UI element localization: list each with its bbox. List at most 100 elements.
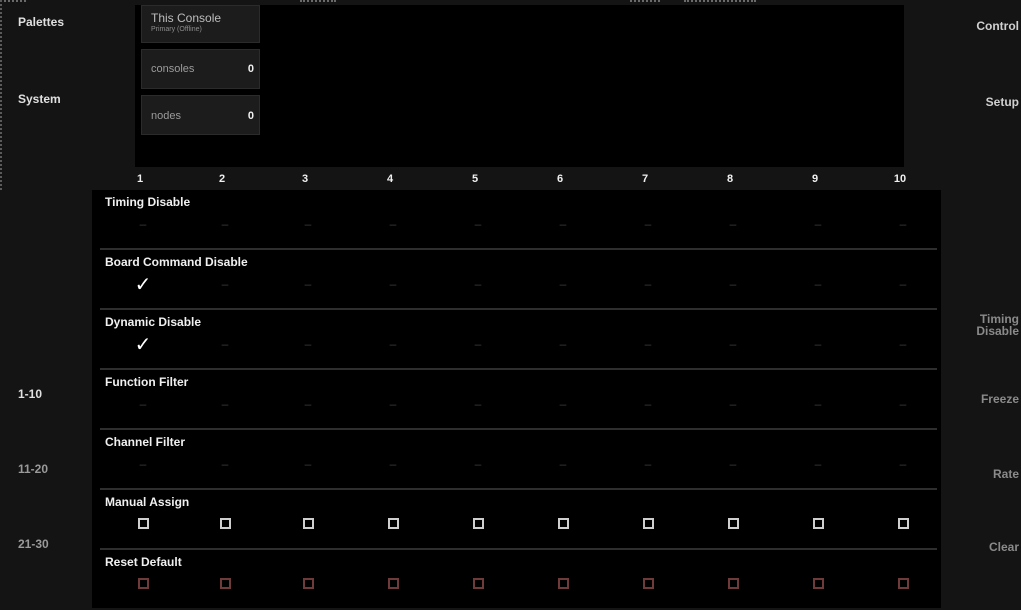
assign-checkbox[interactable] — [387, 518, 399, 529]
cell-empty[interactable]: – — [551, 274, 575, 294]
reset-checkbox[interactable] — [137, 578, 149, 589]
cell-empty[interactable]: – — [721, 214, 745, 234]
reset-checkbox[interactable] — [557, 578, 569, 589]
nav-setup[interactable]: Setup — [986, 95, 1019, 109]
cell-empty[interactable]: – — [806, 334, 830, 354]
assign-checkbox[interactable] — [472, 518, 484, 529]
cell-empty[interactable]: – — [551, 394, 575, 414]
cell-empty[interactable]: – — [636, 214, 660, 234]
checkbox-cell[interactable] — [551, 574, 575, 594]
cell-empty[interactable]: – — [806, 454, 830, 474]
cell-empty[interactable]: – — [381, 274, 405, 294]
checkmark-icon[interactable]: ✓ — [131, 334, 155, 356]
cell-empty[interactable]: – — [296, 214, 320, 234]
cell-empty[interactable]: – — [551, 214, 575, 234]
cell-empty[interactable]: – — [636, 274, 660, 294]
cell-empty[interactable]: – — [296, 454, 320, 474]
cell-empty[interactable]: – — [466, 214, 490, 234]
reset-checkbox[interactable] — [727, 578, 739, 589]
clear-button[interactable]: Clear — [989, 540, 1019, 554]
cell-empty[interactable]: – — [131, 454, 155, 474]
cell-empty[interactable]: – — [213, 454, 237, 474]
nodes-tile[interactable]: nodes 0 — [141, 95, 260, 135]
checkbox-cell[interactable] — [806, 574, 830, 594]
cell-empty[interactable]: – — [636, 394, 660, 414]
checkbox-cell[interactable] — [806, 514, 830, 534]
consoles-tile[interactable]: consoles 0 — [141, 49, 260, 89]
cell-empty[interactable]: – — [721, 274, 745, 294]
cell-empty[interactable]: – — [296, 274, 320, 294]
cell-empty[interactable]: – — [296, 394, 320, 414]
cell-empty[interactable]: – — [636, 334, 660, 354]
checkbox-cell[interactable] — [296, 574, 320, 594]
reset-checkbox[interactable] — [387, 578, 399, 589]
assign-checkbox[interactable] — [727, 518, 739, 529]
cell-empty[interactable]: – — [466, 394, 490, 414]
assign-checkbox[interactable] — [137, 518, 149, 529]
cell-empty[interactable]: – — [636, 454, 660, 474]
page-range-1-10[interactable]: 1-10 — [18, 387, 42, 401]
freeze-button[interactable]: Freeze — [981, 392, 1019, 406]
cell-empty[interactable]: – — [891, 214, 915, 234]
cell-empty[interactable]: – — [891, 454, 915, 474]
cell-empty[interactable]: – — [381, 394, 405, 414]
cell-empty[interactable]: – — [806, 214, 830, 234]
cell-empty[interactable]: – — [721, 454, 745, 474]
cell-empty[interactable]: – — [381, 454, 405, 474]
checkmark-icon[interactable]: ✓ — [131, 274, 155, 296]
cell-empty[interactable]: – — [721, 394, 745, 414]
cell-empty[interactable]: – — [213, 214, 237, 234]
reset-checkbox[interactable] — [219, 578, 231, 589]
rate-button[interactable]: Rate — [993, 467, 1019, 481]
cell-empty[interactable]: – — [466, 274, 490, 294]
checkbox-cell[interactable] — [636, 514, 660, 534]
assign-checkbox[interactable] — [642, 518, 654, 529]
nav-palettes[interactable]: Palettes — [18, 15, 64, 29]
cell-empty[interactable]: – — [721, 334, 745, 354]
assign-checkbox[interactable] — [897, 518, 909, 529]
nav-control[interactable]: Control — [976, 19, 1019, 33]
cell-empty[interactable]: – — [806, 394, 830, 414]
this-console-tile[interactable]: This Console Primary (Offline) — [141, 5, 260, 43]
reset-checkbox[interactable] — [897, 578, 909, 589]
checkbox-cell[interactable] — [551, 514, 575, 534]
assign-checkbox[interactable] — [812, 518, 824, 529]
page-range-11-20[interactable]: 11-20 — [18, 462, 48, 476]
cell-empty[interactable]: – — [891, 334, 915, 354]
cell-empty[interactable]: – — [551, 454, 575, 474]
cell-empty[interactable]: – — [891, 274, 915, 294]
page-range-21-30[interactable]: 21-30 — [18, 537, 49, 551]
checkbox-cell[interactable] — [891, 574, 915, 594]
cell-empty[interactable]: – — [213, 394, 237, 414]
checkbox-cell[interactable] — [213, 514, 237, 534]
assign-checkbox[interactable] — [302, 518, 314, 529]
reset-checkbox[interactable] — [472, 578, 484, 589]
checkbox-cell[interactable] — [721, 514, 745, 534]
cell-empty[interactable]: – — [551, 334, 575, 354]
assign-checkbox[interactable] — [557, 518, 569, 529]
checkbox-cell[interactable] — [131, 574, 155, 594]
cell-empty[interactable]: – — [381, 334, 405, 354]
checkbox-cell[interactable] — [381, 514, 405, 534]
timing-disable-button[interactable]: Timing Disable — [976, 313, 1019, 337]
reset-checkbox[interactable] — [812, 578, 824, 589]
cell-empty[interactable]: – — [891, 394, 915, 414]
cell-empty[interactable]: – — [806, 274, 830, 294]
cell-empty[interactable]: – — [466, 454, 490, 474]
checkbox-cell[interactable] — [466, 574, 490, 594]
nav-system[interactable]: System — [18, 92, 61, 106]
cell-empty[interactable]: – — [381, 214, 405, 234]
cell-empty[interactable]: – — [213, 274, 237, 294]
cell-empty[interactable]: – — [296, 334, 320, 354]
checkbox-cell[interactable] — [213, 574, 237, 594]
reset-checkbox[interactable] — [302, 578, 314, 589]
checkbox-cell[interactable] — [636, 574, 660, 594]
checkbox-cell[interactable] — [466, 514, 490, 534]
checkbox-cell[interactable] — [721, 574, 745, 594]
cell-empty[interactable]: – — [131, 394, 155, 414]
checkbox-cell[interactable] — [296, 514, 320, 534]
cell-empty[interactable]: – — [466, 334, 490, 354]
cell-empty[interactable]: – — [131, 214, 155, 234]
checkbox-cell[interactable] — [131, 514, 155, 534]
checkbox-cell[interactable] — [381, 574, 405, 594]
